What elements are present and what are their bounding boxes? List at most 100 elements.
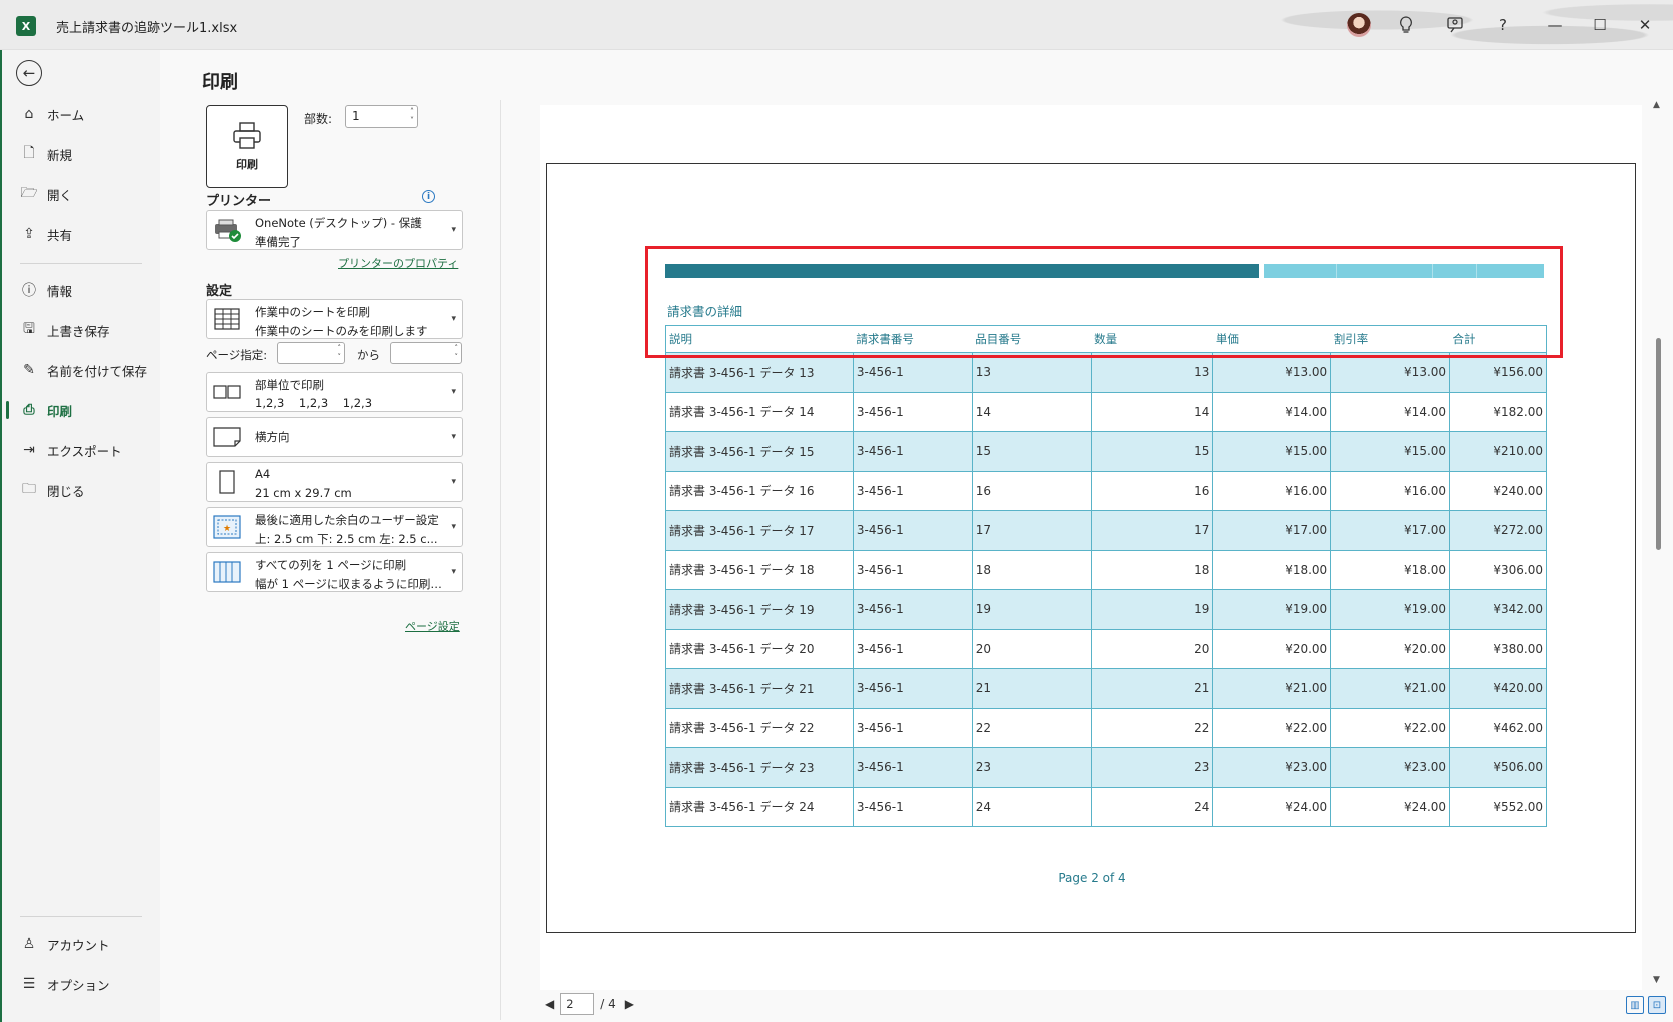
custom-margins-icon: ★ [213, 515, 241, 539]
sheet-grid-icon [213, 307, 241, 331]
table-cell: 3-456-1 [852, 352, 973, 393]
current-page-input[interactable]: 2 [560, 993, 595, 1015]
scaling-dropdown[interactable]: すべての列を 1 ページに印刷 幅が 1 ページに収まるように印刷イメ... ▾ [206, 552, 463, 592]
panel-divider [500, 100, 501, 1020]
table-row: 請求書 3-456-1 データ 16 3-456-1 16 16 ¥16.00 ¥16.0… [665, 470, 1547, 511]
help-icon[interactable]: ? [1488, 10, 1518, 40]
printer-dropdown[interactable]: OneNote (デスクトップ) - 保護 準備完了 ▾ [206, 210, 463, 250]
scaling-title: すべての列を 1 ページに印刷 [255, 558, 407, 572]
table-cell: 3-456-1 [852, 628, 973, 669]
table-cell: ¥21.00 [1212, 668, 1332, 709]
printer-properties-link[interactable]: プリンターのプロパティ [338, 255, 458, 271]
table-cell: 3-456-1 [852, 589, 973, 630]
title-bar: X 売上請求書の追跡ツール1.xlsx ? — ☐ ✕ [0, 0, 1673, 50]
nav-divider [20, 916, 142, 917]
copies-value: 1 [352, 109, 360, 123]
preview-scrollbar[interactable]: ▲ ▼ [1650, 100, 1666, 988]
table-cell: 請求書 3-456-1 データ 24 [665, 786, 854, 827]
chevron-down-icon: ▾ [451, 314, 456, 324]
table-cell: 請求書 3-456-1 データ 19 [665, 589, 854, 630]
lightbulb-icon[interactable] [1391, 10, 1421, 40]
table-cell: 23 [971, 747, 1092, 788]
nav-item-save[interactable]: 🖫 上書き保存 [2, 313, 160, 347]
nav-divider [20, 263, 142, 264]
collate-dropdown[interactable]: 部単位で印刷 1,2,3 1,2,3 1,2,3 ▾ [206, 372, 463, 412]
table-cell: 19 [971, 589, 1092, 630]
maximize-icon[interactable]: ☐ [1585, 10, 1615, 40]
paper-size-dropdown[interactable]: A4 21 cm x 29.7 cm ▾ [206, 462, 463, 502]
nav-item-save-as[interactable]: ✎ 名前を付けて保存 [2, 353, 160, 387]
table-cell: 請求書 3-456-1 データ 21 [665, 668, 854, 709]
collate-icon [213, 380, 241, 404]
avatar-icon[interactable] [1344, 10, 1374, 40]
page-to-input[interactable]: ˄ ˅ [390, 342, 462, 364]
table-cell: ¥306.00 [1449, 549, 1547, 590]
table-row: 請求書 3-456-1 データ 19 3-456-1 19 19 ¥19.00 ¥19.0… [665, 589, 1547, 630]
margins-dropdown[interactable]: ★ 最後に適用した余白のユーザー設定 上: 2.5 cm 下: 2.5 cm 左… [206, 507, 463, 547]
nav-item-account[interactable]: ♙ アカウント [2, 927, 160, 961]
scroll-thumb[interactable] [1656, 338, 1661, 550]
next-page-icon[interactable]: ▶ [625, 997, 634, 1011]
page-setup-link[interactable]: ページ設定 [405, 618, 460, 634]
table-cell: 13 [971, 352, 1092, 393]
fit-columns-icon [213, 560, 241, 584]
nav-label: 名前を付けて保存 [47, 363, 148, 379]
nav-item-share[interactable]: ⇪ 共有 [2, 217, 160, 251]
show-margins-icon[interactable]: ▥ [1626, 996, 1644, 1014]
scroll-down-icon[interactable]: ▼ [1653, 975, 1660, 985]
nav-item-print[interactable]: ⎙ 印刷 [2, 393, 160, 427]
nav-item-home[interactable]: ⌂ ホーム [2, 97, 160, 131]
table-row: 請求書 3-456-1 データ 13 3-456-1 13 13 ¥13.00 ¥13.0… [665, 352, 1547, 393]
collate-title: 部単位で印刷 [255, 378, 324, 392]
table-cell: ¥506.00 [1449, 747, 1547, 788]
scaling-desc: 幅が 1 ページに収まるように印刷イメ... [255, 577, 445, 591]
close-icon[interactable]: ✕ [1630, 10, 1660, 40]
margins-desc: 上: 2.5 cm 下: 2.5 cm 左: 2.5 c... [255, 532, 438, 546]
info-icon[interactable]: i [422, 190, 435, 203]
table-cell: 14 [971, 391, 1092, 432]
nav-item-options[interactable]: ☰ オプション [2, 967, 160, 1001]
table-row: 請求書 3-456-1 データ 15 3-456-1 15 15 ¥15.00 ¥15.0… [665, 431, 1547, 472]
table-cell: 21 [971, 668, 1092, 709]
table-cell: ¥13.00 [1212, 352, 1332, 393]
printer-section-title: プリンター [206, 194, 272, 209]
spin-arrows-icon[interactable]: ˄ ˅ [410, 107, 414, 125]
table-cell: ¥18.00 [1330, 549, 1451, 590]
table-cell: ¥17.00 [1212, 510, 1332, 551]
highlight-box [645, 246, 1563, 358]
nav-item-new[interactable]: 🗋 新規 [2, 137, 160, 171]
previous-page-icon[interactable]: ◀ [545, 997, 554, 1011]
excel-app-icon: X [16, 16, 36, 36]
coauthor-icon[interactable] [1440, 10, 1470, 40]
nav-item-open[interactable]: 🗁 開く [2, 177, 160, 211]
nav-label: エクスポート [47, 443, 122, 459]
nav-label: 新規 [47, 147, 73, 163]
back-arrow-icon[interactable]: ← [16, 60, 42, 86]
what-to-print-dropdown[interactable]: 作業中のシートを印刷 作業中のシートのみを印刷します ▾ [206, 299, 463, 339]
invoice-table: 説明 請求書番号 品目番号 数量 単価 割引率 合計 請求書 3-456-1 デ… [665, 325, 1547, 827]
table-cell: 請求書 3-456-1 データ 22 [665, 707, 854, 748]
nav-item-export[interactable]: ⇥ エクスポート [2, 433, 160, 467]
print-button-label: 印刷 [236, 157, 258, 171]
page-from-input[interactable]: ˄ ˅ [277, 342, 345, 364]
nav-label: 上書き保存 [47, 323, 110, 339]
scroll-up-icon[interactable]: ▲ [1653, 100, 1660, 110]
table-cell: ¥380.00 [1449, 628, 1547, 669]
copies-stepper[interactable]: 1 ˄ ˅ [345, 105, 418, 128]
zoom-to-page-icon[interactable]: ⊡ [1648, 996, 1666, 1014]
table-cell: ¥24.00 [1330, 786, 1451, 827]
orientation-dropdown[interactable]: 横方向 ▾ [206, 417, 463, 457]
nav-item-info[interactable]: ⓘ 情報 [2, 273, 160, 307]
printer-name: OneNote (デスクトップ) - 保護 [255, 216, 422, 230]
table-cell: 17 [971, 510, 1092, 551]
print-button[interactable]: 印刷 [206, 105, 288, 188]
minimize-icon[interactable]: — [1540, 10, 1570, 40]
window-title: 売上請求書の追跡ツール1.xlsx [56, 21, 238, 36]
nav-item-close[interactable]: 🗀 閉じる [2, 473, 160, 507]
share-icon: ⇪ [23, 226, 35, 242]
table-cell: 請求書 3-456-1 データ 13 [665, 352, 854, 393]
table-cell: 請求書 3-456-1 データ 20 [665, 628, 854, 669]
table-cell: 24 [1090, 786, 1214, 827]
table-cell: 18 [971, 549, 1092, 590]
table-cell: 3-456-1 [852, 510, 973, 551]
